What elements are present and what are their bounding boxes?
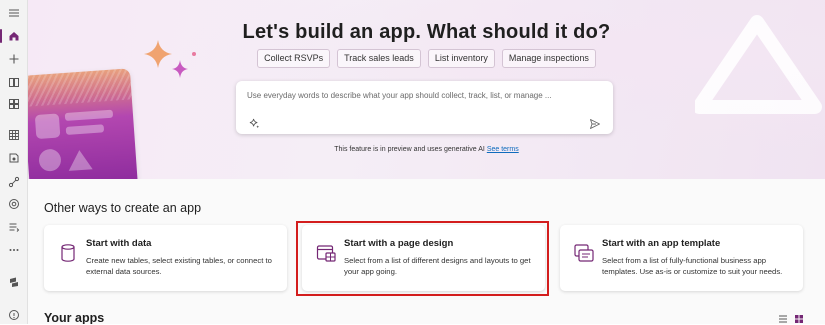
suggestion-chips: Collect RSVPs Track sales leads List inv… <box>28 49 825 68</box>
app-description-input[interactable] <box>245 87 589 103</box>
ai-disclaimer: This feature is in preview and uses gene… <box>28 146 825 153</box>
start-with-app-template-card[interactable]: Start with an app template Select from a… <box>560 225 803 291</box>
apps-icon[interactable] <box>3 94 24 114</box>
help-icon[interactable] <box>3 305 24 325</box>
power-platform-icon[interactable] <box>3 272 24 292</box>
plus-icon[interactable] <box>3 49 24 69</box>
card-description: Create new tables, select existing table… <box>86 256 272 276</box>
more-icon[interactable] <box>3 240 24 260</box>
disclaimer-text: This feature is in preview and uses gene… <box>334 146 485 153</box>
flow-icon[interactable] <box>3 148 24 168</box>
main-content: Let's build an app. What should it do? C… <box>28 0 825 324</box>
left-nav-rail <box>0 0 28 324</box>
send-icon[interactable] <box>589 118 601 130</box>
chip-collect-rsvps[interactable]: Collect RSVPs <box>257 49 331 68</box>
globe-icon[interactable] <box>3 194 24 214</box>
hero-title: Let's build an app. What should it do? <box>242 21 611 43</box>
your-apps-title: Your apps <box>44 311 105 324</box>
highlight-box <box>296 221 549 296</box>
card-title: Start with an app template <box>602 238 721 249</box>
list-view-icon[interactable] <box>778 314 788 324</box>
app-description-box <box>236 81 613 134</box>
card-description: Select from a list of fully-functional b… <box>602 256 783 276</box>
app-template-icon <box>574 244 594 262</box>
home-icon[interactable] <box>0 26 24 46</box>
chip-manage-inspections[interactable]: Manage inspections <box>501 49 596 68</box>
hamburger-icon[interactable] <box>3 3 24 23</box>
connector-icon[interactable] <box>3 172 24 192</box>
see-terms-link[interactable]: See terms <box>487 146 519 153</box>
solutions-icon[interactable] <box>3 217 24 237</box>
grid-view-icon[interactable] <box>794 314 804 324</box>
other-ways-title: Other ways to create an app <box>44 201 202 215</box>
copilot-sparkle-icon[interactable] <box>249 118 260 129</box>
decorative-illustration <box>28 68 138 179</box>
chip-list-inventory[interactable]: List inventory <box>427 49 495 68</box>
table-icon[interactable] <box>3 125 24 145</box>
database-icon <box>61 244 75 262</box>
chip-track-sales-leads[interactable]: Track sales leads <box>337 49 421 68</box>
start-with-data-card[interactable]: Start with data Create new tables, selec… <box>44 225 287 291</box>
card-title: Start with data <box>86 238 152 249</box>
book-icon[interactable] <box>3 72 24 92</box>
hero-banner: Let's build an app. What should it do? C… <box>28 0 825 179</box>
